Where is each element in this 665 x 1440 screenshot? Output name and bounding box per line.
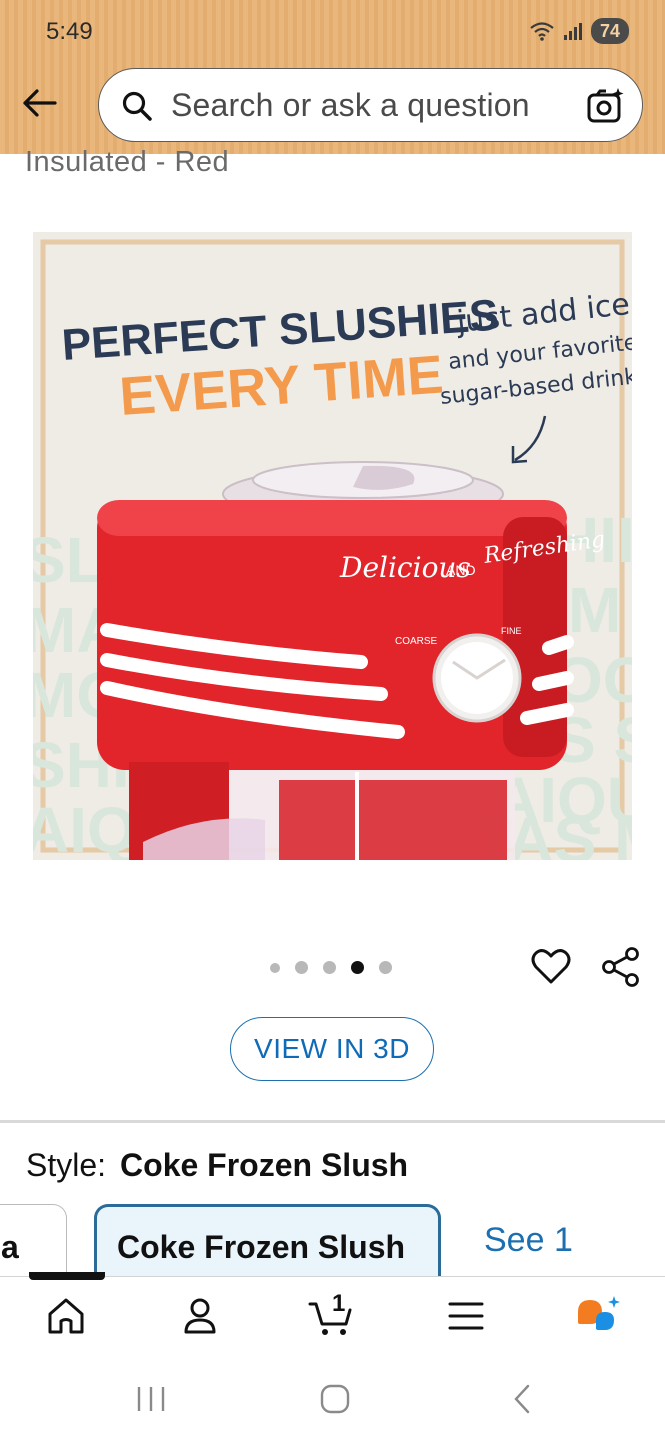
chevron-left-icon [514,1384,530,1414]
search-icon [122,91,152,121]
screen: 5:49 74 Search or ask a question Insulat… [0,0,665,1440]
view-in-3d-button[interactable]: VIEW IN 3D [230,1017,434,1081]
nav-home[interactable] [44,1294,88,1338]
style-label: Style: [26,1147,107,1183]
share-icon [602,947,639,987]
battery-indicator: 74 [590,18,629,44]
share-button[interactable] [600,946,642,988]
status-icons: 74 [529,18,629,44]
nav-cart[interactable]: 1 [308,1290,352,1338]
style-option[interactable]: a [0,1204,67,1276]
signal-icon [563,23,582,40]
dial-fine-label: FINE [501,626,522,636]
cart-count: 1 [332,1290,346,1317]
search-bar[interactable]: Search or ask a question [98,68,643,142]
nav-account[interactable] [178,1294,222,1338]
home-icon [48,1298,84,1334]
home-system-button[interactable] [318,1382,352,1416]
nav-active-indicator [29,1272,105,1280]
home-circle-icon [320,1384,350,1414]
see-more-options-link[interactable]: See 1 [484,1221,573,1276]
nav-rufus[interactable] [576,1294,620,1338]
carousel-dots [270,961,392,974]
nav-menu[interactable] [444,1294,488,1338]
carousel-dot[interactable] [379,961,392,974]
style-value: Coke Frozen Slush [120,1147,409,1183]
camera-lens-icon[interactable] [586,86,626,126]
back-button[interactable] [18,82,60,124]
carousel-dot[interactable] [323,961,336,974]
heart-icon [531,949,571,984]
status-time: 5:49 [46,18,93,45]
menu-icon [448,1302,484,1330]
section-divider [0,1120,665,1123]
product-title: Insulated - Red [25,146,230,178]
product-image-art: SLU MAR MOO SHIES AIQU HII M OO S S AIQU… [33,232,632,860]
wifi-icon [530,22,554,41]
carousel-dot-active[interactable] [351,961,364,974]
back-system-button[interactable] [506,1382,540,1416]
product-image[interactable]: SLU MAR MOO SHIES AIQU HII M OO S S AIQU… [33,232,632,860]
machine-script-and: AND [446,562,476,578]
recent-apps-button[interactable] [134,1382,168,1416]
dial-coarse-label: COARSE [395,636,438,647]
account-icon [184,1298,216,1334]
rufus-icon [578,1296,620,1330]
svg-text:M: M [568,574,621,646]
carousel-dot[interactable] [295,961,308,974]
style-row: Style: Coke Frozen Slush [26,1147,408,1184]
wishlist-button[interactable] [530,946,572,988]
search-input[interactable]: Search or ask a question [171,87,530,124]
header: 5:49 74 Search or ask a question [0,0,665,154]
arrow-left-icon [23,89,57,117]
recent-apps-icon [137,1387,165,1411]
style-option-selected[interactable]: Coke Frozen Slush [94,1204,441,1276]
carousel-dot[interactable] [270,962,280,973]
